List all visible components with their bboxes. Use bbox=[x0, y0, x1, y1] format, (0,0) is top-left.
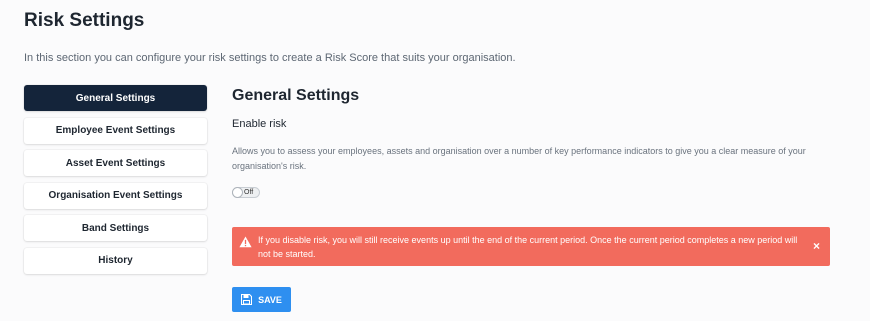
section-title: General Settings bbox=[232, 87, 360, 104]
page-title: Risk Settings bbox=[24, 10, 145, 31]
warning-icon bbox=[239, 235, 252, 248]
alert-message: If you disable risk, you will still rece… bbox=[258, 235, 798, 259]
nav-item-label: History bbox=[98, 255, 133, 266]
toggle-state-label: Off bbox=[244, 189, 254, 196]
nav-item-asset-event-settings[interactable]: Asset Event Settings bbox=[24, 150, 207, 176]
enable-risk-toggle[interactable]: Off bbox=[232, 187, 260, 198]
settings-nav: General Settings Employee Event Settings… bbox=[24, 85, 207, 280]
nav-item-label: General Settings bbox=[75, 92, 156, 104]
nav-item-label: Organisation Event Settings bbox=[48, 190, 183, 201]
page-description: In this section you can configure your r… bbox=[24, 52, 516, 64]
nav-item-general-settings[interactable]: General Settings bbox=[24, 85, 207, 111]
toggle-knob bbox=[232, 187, 243, 198]
disable-risk-alert: If you disable risk, you will still rece… bbox=[232, 227, 830, 266]
nav-item-label: Employee Event Settings bbox=[55, 125, 176, 136]
close-icon[interactable]: × bbox=[813, 239, 820, 253]
save-button[interactable]: SAVE bbox=[232, 287, 291, 312]
nav-item-band-settings[interactable]: Band Settings bbox=[24, 215, 207, 241]
enable-risk-label: Enable risk bbox=[232, 118, 287, 130]
enable-risk-help-text: Allows you to assess your employees, ass… bbox=[232, 146, 806, 171]
nav-item-label: Band Settings bbox=[81, 222, 150, 234]
nav-item-employee-event-settings[interactable]: Employee Event Settings bbox=[24, 117, 207, 144]
nav-item-organisation-event-settings[interactable]: Organisation Event Settings bbox=[24, 182, 207, 209]
floppy-disk-icon bbox=[241, 293, 253, 306]
nav-item-label: Asset Event Settings bbox=[65, 157, 166, 169]
nav-item-history[interactable]: History bbox=[24, 247, 207, 274]
save-button-label: SAVE bbox=[258, 294, 282, 305]
